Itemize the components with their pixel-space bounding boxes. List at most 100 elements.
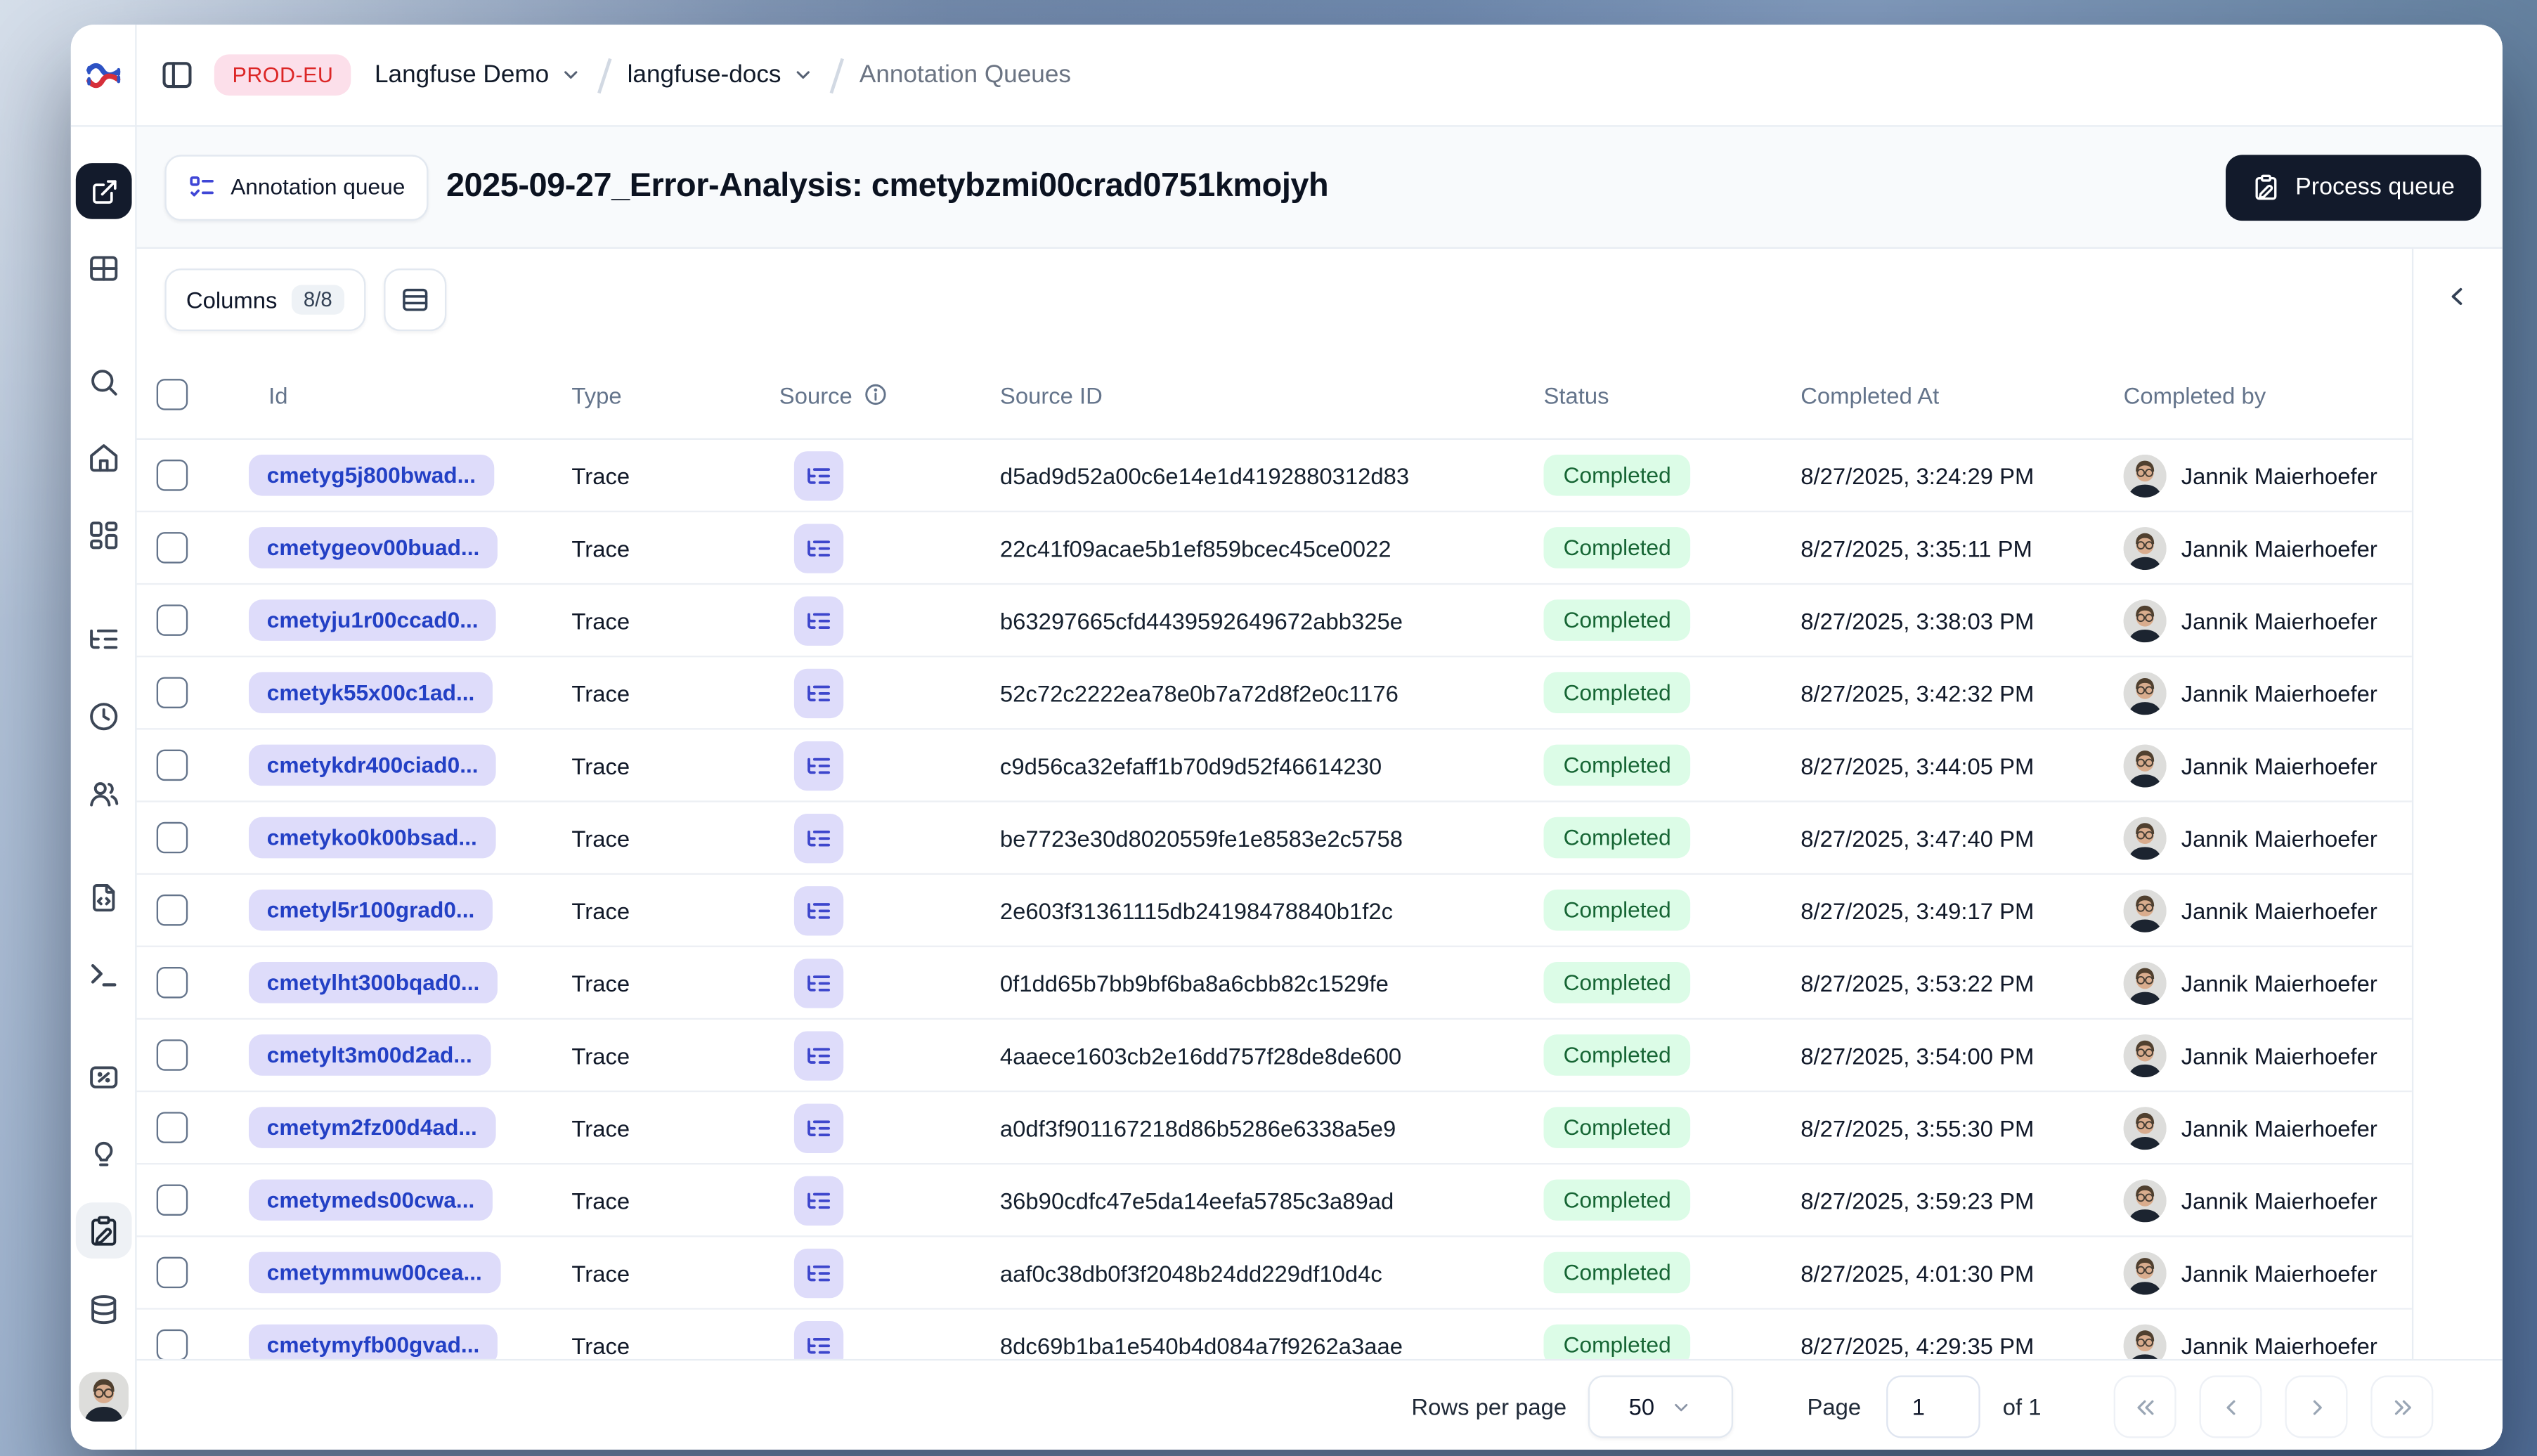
source-trace-button[interactable] <box>793 1103 844 1152</box>
table-row[interactable]: cmetyko0k00bsad... Trace be7723e30d80205… <box>136 802 2412 875</box>
source-trace-button[interactable] <box>793 595 844 645</box>
process-queue-button[interactable]: Process queue <box>2226 154 2481 220</box>
page-number-input[interactable] <box>1886 1375 1980 1438</box>
column-header-completed-by[interactable]: Completed by <box>2104 382 2412 408</box>
column-header-source[interactable]: Source <box>760 382 980 408</box>
row-checkbox[interactable] <box>156 894 188 926</box>
info-icon[interactable] <box>864 382 888 407</box>
sidebar-item-datasets[interactable] <box>76 1282 132 1338</box>
item-id-pill[interactable]: cmetym2fz00d4ad... <box>248 1107 495 1148</box>
row-checkbox[interactable] <box>156 677 188 709</box>
table-row[interactable]: cmetymmuw00cea... Trace aaf0c38db0f3f204… <box>136 1237 2412 1310</box>
table-row[interactable]: cmetyg5j800bwad... Trace d5ad9d52a00c6e1… <box>136 440 2412 513</box>
row-checkbox[interactable] <box>156 749 188 781</box>
row-checkbox[interactable] <box>156 1039 188 1071</box>
item-id-pill[interactable]: cmetyju1r00ccad0... <box>248 599 497 641</box>
completed-by-name: Jannik Maierhoefer <box>2181 462 2377 489</box>
item-type: Trace <box>571 1186 630 1214</box>
column-header-id[interactable]: Id <box>229 382 552 408</box>
sidebar-item-search[interactable] <box>76 354 132 410</box>
row-height-button[interactable] <box>383 268 446 332</box>
completed-at: 8/27/2025, 3:54:00 PM <box>1800 1041 2035 1069</box>
item-id-pill[interactable]: cmetymmuw00cea... <box>248 1252 500 1294</box>
table-row[interactable]: cmetylht300bqad0... Trace 0f1dd65b7bb9bf… <box>136 947 2412 1020</box>
source-trace-button[interactable] <box>793 450 844 500</box>
row-checkbox[interactable] <box>156 1112 188 1143</box>
source-trace-button[interactable] <box>793 812 844 863</box>
sidebar-item-playground[interactable] <box>76 947 132 1003</box>
table-row[interactable]: cmetym2fz00d4ad... Trace a0df3f901167218… <box>136 1092 2412 1165</box>
source-trace-button[interactable] <box>793 523 844 573</box>
source-trace-button[interactable] <box>793 668 844 717</box>
last-page-button[interactable] <box>2370 1375 2434 1438</box>
source-trace-button[interactable] <box>793 958 844 1008</box>
user-avatar[interactable] <box>79 1372 129 1422</box>
item-id-pill[interactable]: cmetylht300bqad0... <box>248 962 498 1003</box>
item-id-pill[interactable]: cmetylt3m00d2ad... <box>248 1034 491 1076</box>
row-checkbox[interactable] <box>156 1256 188 1289</box>
row-checkbox[interactable] <box>156 460 188 491</box>
list-tree-icon <box>805 680 832 706</box>
sidebar-item-sessions[interactable] <box>76 689 132 745</box>
sidebar-item-annotation-queues[interactable] <box>75 1202 132 1259</box>
sidebar-toggle-button[interactable] <box>160 58 194 92</box>
row-checkbox[interactable] <box>156 604 188 636</box>
sidebar-item-prompts[interactable] <box>76 870 132 926</box>
source-trace-button[interactable] <box>793 885 844 935</box>
annotation-queue-badge[interactable]: Annotation queue <box>164 154 429 220</box>
table-row[interactable]: cmetygeov00buad... Trace 22c41f09acae5b1… <box>136 512 2412 585</box>
row-checkbox[interactable] <box>156 1184 188 1216</box>
sidebar-item-users[interactable] <box>76 766 132 822</box>
first-page-button[interactable] <box>2113 1375 2176 1438</box>
row-checkbox[interactable] <box>156 821 188 854</box>
item-id-pill[interactable]: cmetyk55x00c1ad... <box>248 672 493 714</box>
columns-button[interactable]: Columns 8/8 <box>164 268 365 332</box>
clock-icon <box>87 700 120 733</box>
sidebar-item-dashboards[interactable] <box>76 507 132 564</box>
column-header-type[interactable]: Type <box>552 382 759 408</box>
sidebar-item-traces[interactable] <box>76 611 132 668</box>
row-checkbox[interactable] <box>156 1329 188 1361</box>
source-trace-button[interactable] <box>793 1030 844 1080</box>
item-id-pill[interactable]: cmetyg5j800bwad... <box>248 454 494 496</box>
collapse-panel-button[interactable] <box>2441 280 2474 313</box>
table-row[interactable]: cmetyl5r100grad0... Trace 2e603f31361115… <box>136 875 2412 947</box>
select-all-checkbox[interactable] <box>156 379 188 410</box>
column-header-source-id[interactable]: Source ID <box>980 382 1524 408</box>
previous-page-button[interactable] <box>2199 1375 2262 1438</box>
column-header-completed-at[interactable]: Completed At <box>1781 382 2103 408</box>
table-row[interactable]: cmetymeds00cwa... Trace 36b90cdfc47e5da1… <box>136 1164 2412 1237</box>
chevron-down-icon <box>1671 1396 1692 1417</box>
row-checkbox[interactable] <box>156 532 188 564</box>
sidebar-item-scores[interactable] <box>76 1049 132 1105</box>
source-trace-button[interactable] <box>793 740 844 791</box>
item-id-pill[interactable]: cmetymeds00cwa... <box>248 1179 493 1221</box>
item-type: Trace <box>571 897 630 923</box>
item-id-pill[interactable]: cmetykdr400ciad0... <box>248 744 497 786</box>
source-trace-button[interactable] <box>793 1247 844 1298</box>
sidebar-item-open-external[interactable] <box>75 163 132 219</box>
status-badge: Completed <box>1543 817 1691 859</box>
chevrons-left-icon <box>2133 1394 2158 1419</box>
langfuse-logo-icon[interactable] <box>85 60 122 90</box>
source-trace-button[interactable] <box>793 1175 844 1225</box>
table-row[interactable]: cmetylt3m00d2ad... Trace 4aaece1603cb2e1… <box>136 1020 2412 1093</box>
table-row[interactable]: cmetykdr400ciad0... Trace c9d56ca32efaff… <box>136 729 2412 802</box>
table-row[interactable]: cmetyju1r00ccad0... Trace b63297665cfd44… <box>136 585 2412 658</box>
next-page-button[interactable] <box>2285 1375 2348 1438</box>
rows-per-page-select[interactable]: 50 <box>1588 1375 1733 1438</box>
sidebar-item-home[interactable] <box>76 430 132 486</box>
item-id-pill[interactable]: cmetyko0k00bsad... <box>248 817 495 859</box>
environment-badge[interactable]: PROD-EU <box>214 54 352 96</box>
table-row[interactable]: cmetyk55x00c1ad... Trace 52c72c2222ea78e… <box>136 657 2412 730</box>
item-id-pill[interactable]: cmetygeov00buad... <box>248 527 498 568</box>
sidebar-item-tables[interactable] <box>76 240 132 297</box>
project-switcher[interactable]: langfuse-docs <box>628 61 815 89</box>
row-checkbox[interactable] <box>156 967 188 999</box>
list-tree-icon <box>805 1114 832 1141</box>
column-header-status[interactable]: Status <box>1524 382 1781 408</box>
sidebar-item-evaluators[interactable] <box>76 1125 132 1181</box>
org-switcher[interactable]: Langfuse Demo <box>375 61 582 89</box>
completed-by-name: Jannik Maierhoefer <box>2181 752 2377 779</box>
item-id-pill[interactable]: cmetyl5r100grad0... <box>248 889 493 931</box>
